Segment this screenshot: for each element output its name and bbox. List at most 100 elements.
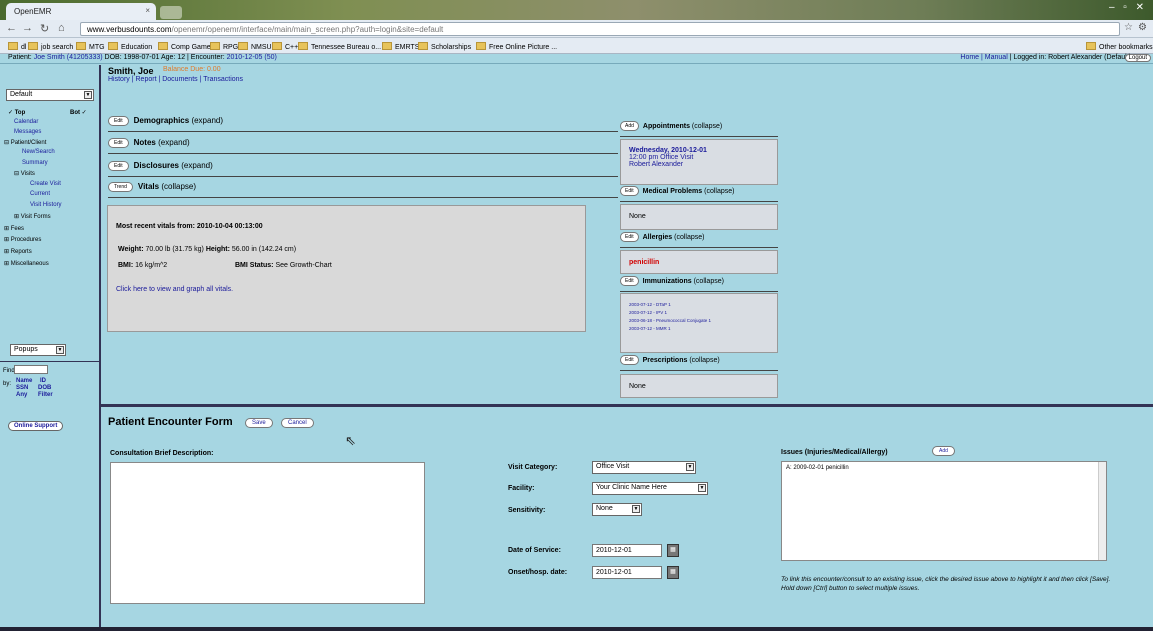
manual-link[interactable]: Manual <box>985 54 1008 61</box>
layout-select[interactable]: Default ▼ <box>6 89 94 101</box>
find-by-name[interactable]: Name <box>16 378 32 384</box>
appointment-provider[interactable]: Robert Alexander <box>629 161 769 168</box>
popups-select[interactable]: Popups ▼ <box>10 344 66 356</box>
nav-messages[interactable]: Messages <box>14 129 41 135</box>
frame-divider[interactable] <box>101 404 1153 407</box>
bookmark-item[interactable]: job search <box>28 42 73 51</box>
allergies-edit-button[interactable]: Edit <box>620 232 639 242</box>
find-by-dob[interactable]: DOB <box>38 385 51 391</box>
disclosures-toggle[interactable]: (expand) <box>181 161 213 170</box>
calendar-icon[interactable]: ▦ <box>667 544 679 557</box>
appointment-date[interactable]: Wednesday, 2010-12-01 <box>629 147 769 154</box>
new-tab-button[interactable] <box>160 6 182 19</box>
appointment-time[interactable]: 12:00 pm Office Visit <box>629 154 769 161</box>
bookmark-item[interactable]: RPG <box>210 42 238 51</box>
demographics-toggle[interactable]: (expand) <box>191 116 223 125</box>
bookmark-item[interactable]: Comp Game <box>158 42 211 51</box>
bot-checkbox[interactable]: Bot ✓ <box>70 109 87 116</box>
immunization-item[interactable]: 2003-07-12 - DTaP 1 <box>629 302 769 307</box>
nav-visit-forms[interactable]: ⊞ Visit Forms <box>14 213 51 220</box>
tab-documents[interactable]: Documents <box>162 76 197 83</box>
issues-add-button[interactable]: Add <box>932 446 955 456</box>
immunization-item[interactable]: 2003-07-12 - IPV 1 <box>629 310 769 315</box>
medical-problems-toggle[interactable]: (collapse) <box>704 188 734 195</box>
reload-icon[interactable]: ↻ <box>40 22 49 35</box>
bookmark-item[interactable]: Scholarships <box>418 42 471 51</box>
close-icon[interactable]: × <box>145 6 150 15</box>
address-bar[interactable]: www.verbusdounts.com/openemr/openemr/int… <box>80 22 1120 36</box>
demographics-edit-button[interactable]: Edit <box>108 116 129 126</box>
wrench-icon[interactable]: ⚙ <box>1138 22 1147 33</box>
bookmark-item[interactable]: Tennessee Bureau o... <box>298 42 381 51</box>
top-checkbox[interactable]: ✓ Top <box>8 109 25 116</box>
nav-new-search[interactable]: New/Search <box>22 149 55 155</box>
allergies-toggle[interactable]: (collapse) <box>674 234 704 241</box>
notes-toggle[interactable]: (expand) <box>158 138 190 147</box>
notes-edit-button[interactable]: Edit <box>108 138 129 148</box>
find-input[interactable] <box>14 365 48 374</box>
back-icon[interactable]: ← <box>6 22 17 34</box>
appointments-toggle[interactable]: (collapse) <box>692 123 722 130</box>
tab-report[interactable]: Report <box>136 76 157 83</box>
cancel-button[interactable]: Cancel <box>281 418 314 428</box>
vitals-graph-link[interactable]: Click here to view and graph all vitals. <box>116 286 233 293</box>
online-support-button[interactable]: Online Support <box>8 421 64 431</box>
bookmark-item[interactable]: dl <box>8 42 26 51</box>
prescriptions-toggle[interactable]: (collapse) <box>689 357 719 364</box>
bookmark-item[interactable]: Free Online Picture ... <box>476 42 557 51</box>
logout-button[interactable]: Logout <box>1124 54 1151 62</box>
nav-visits[interactable]: ⊟ Visits <box>14 170 35 177</box>
tab-transactions[interactable]: Transactions <box>203 76 243 83</box>
prescriptions-edit-button[interactable]: Edit <box>620 355 639 365</box>
star-icon[interactable]: ☆ <box>1124 22 1133 33</box>
bookmark-item[interactable]: MTG <box>76 42 105 51</box>
find-by-ssn[interactable]: SSN <box>16 385 28 391</box>
other-bookmarks[interactable]: Other bookmarks <box>1086 42 1153 51</box>
visit-category-select[interactable]: Office Visit ▼ <box>592 461 696 474</box>
nav-summary[interactable]: Summary <box>22 160 48 166</box>
home-link[interactable]: Home <box>960 54 979 61</box>
save-button[interactable]: Save <box>245 418 273 428</box>
issue-item[interactable]: A: 2009-02-01 penicillin <box>782 462 1106 474</box>
vitals-trend-button[interactable]: Trend <box>108 182 133 192</box>
browser-tab[interactable]: OpenEMR × <box>6 3 156 20</box>
nav-current[interactable]: Current <box>30 191 50 197</box>
issues-list[interactable]: A: 2009-02-01 penicillin <box>781 461 1107 561</box>
onset-date-input[interactable]: 2010-12-01 <box>592 566 662 579</box>
bookmark-item[interactable]: NMSU <box>238 42 272 51</box>
immunizations-toggle[interactable]: (collapse) <box>694 278 724 285</box>
tab-history[interactable]: History <box>108 76 130 83</box>
appointments-add-button[interactable]: Add <box>620 121 639 131</box>
forward-icon[interactable]: → <box>22 22 33 34</box>
bookmark-item[interactable]: C++ <box>272 42 298 51</box>
find-by-any[interactable]: Any <box>16 392 27 398</box>
home-icon[interactable]: ⌂ <box>58 22 65 34</box>
find-by-id[interactable]: ID <box>40 378 46 384</box>
nav-create-visit[interactable]: Create Visit <box>30 181 61 187</box>
immunization-item[interactable]: 2003-07-12 - MMR 1 <box>629 326 769 331</box>
calendar-icon[interactable]: ▦ <box>667 566 679 579</box>
nav-procedures[interactable]: ⊞ Procedures <box>4 236 41 243</box>
nav-reports[interactable]: ⊞ Reports <box>4 248 32 255</box>
find-filter[interactable]: Filter <box>38 392 53 398</box>
window-controls[interactable]: – ▫ ✕ <box>1109 2 1147 13</box>
date-of-service-input[interactable]: 2010-12-01 <box>592 544 662 557</box>
nav-visit-history[interactable]: Visit History <box>30 202 62 208</box>
vitals-toggle[interactable]: (collapse) <box>161 182 196 191</box>
bookmark-item[interactable]: Education <box>108 42 152 51</box>
facility-select[interactable]: Your Clinic Name Here ▼ <box>592 482 708 495</box>
nav-calendar[interactable]: Calendar <box>14 119 38 125</box>
encounter-link[interactable]: 2010-12-05 (50) <box>227 54 277 61</box>
sensitivity-select[interactable]: None ▼ <box>592 503 642 516</box>
nav-fees[interactable]: ⊞ Fees <box>4 225 24 232</box>
patient-name-link[interactable]: Joe Smith (41205333) <box>34 54 103 61</box>
nav-patient-client[interactable]: ⊟ Patient/Client <box>4 139 46 146</box>
nav-miscellaneous[interactable]: ⊞ Miscellaneous <box>4 260 49 267</box>
bookmark-item[interactable]: EMRTS <box>382 42 419 51</box>
medical-problems-edit-button[interactable]: Edit <box>620 186 639 196</box>
description-textarea[interactable] <box>110 462 425 604</box>
disclosures-edit-button[interactable]: Edit <box>108 161 129 171</box>
immunizations-edit-button[interactable]: Edit <box>620 276 639 286</box>
immunization-item[interactable]: 2003-06-18 - Pneumococcal Conjugate 1 <box>629 318 769 323</box>
issues-scrollbar[interactable] <box>1098 462 1106 560</box>
